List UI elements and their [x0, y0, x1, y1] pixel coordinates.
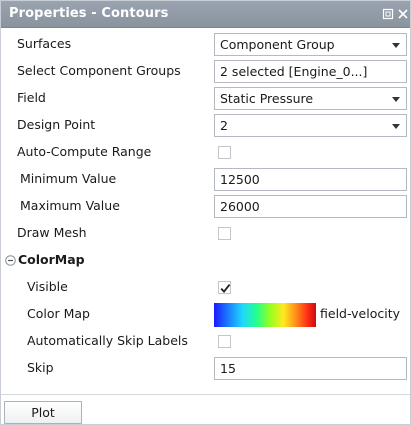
panel-title: Properties - Contours: [9, 6, 169, 21]
row-visible: Visible: [1, 274, 410, 301]
draw-mesh-label: Draw Mesh: [17, 225, 87, 240]
colormap-name: field-velocity: [320, 306, 400, 321]
row-skip: Skip 15: [1, 355, 410, 382]
select-component-groups-label: Select Component Groups: [17, 63, 181, 78]
minimum-value-input[interactable]: 12500: [214, 168, 407, 191]
auto-skip-labels-checkbox[interactable]: [218, 335, 231, 348]
colormap-gradient-swatch[interactable]: [214, 303, 316, 327]
row-surfaces: Surfaces Component Group: [1, 31, 410, 58]
row-maximum-value: Maximum Value 26000: [1, 193, 410, 220]
row-field: Field Static Pressure: [1, 85, 410, 112]
visible-label: Visible: [27, 279, 68, 294]
design-point-value: 2: [220, 118, 228, 133]
maximum-value-input[interactable]: 26000: [214, 195, 407, 218]
row-auto-compute-range: Auto-Compute Range: [1, 139, 410, 166]
properties-panel: Properties - Contours Surfaces Component…: [0, 0, 411, 425]
field-dropdown[interactable]: Static Pressure: [214, 87, 407, 110]
undock-icon[interactable]: [381, 7, 395, 21]
auto-compute-range-checkbox[interactable]: [218, 146, 231, 159]
title-bar: Properties - Contours: [1, 1, 410, 28]
select-component-groups-field[interactable]: 2 selected [Engine_0...]: [214, 60, 407, 83]
auto-skip-labels-label: Automatically Skip Labels: [27, 333, 188, 348]
surfaces-label: Surfaces: [17, 36, 72, 51]
skip-input[interactable]: 15: [214, 357, 407, 380]
plot-button[interactable]: Plot: [4, 401, 82, 424]
row-design-point: Design Point 2: [1, 112, 410, 139]
dropdown-arrow-icon: [392, 97, 400, 102]
surfaces-value: Component Group: [220, 37, 335, 52]
row-auto-skip-labels: Automatically Skip Labels: [1, 328, 410, 355]
dropdown-arrow-icon: [392, 43, 400, 48]
row-minimum-value: Minimum Value 12500: [1, 166, 410, 193]
design-point-label: Design Point: [17, 117, 96, 132]
design-point-dropdown[interactable]: 2: [214, 114, 407, 137]
close-icon[interactable]: [396, 7, 410, 21]
maximum-value-value: 26000: [220, 199, 260, 214]
maximum-value-label: Maximum Value: [20, 198, 120, 213]
row-draw-mesh: Draw Mesh: [1, 220, 410, 247]
field-value: Static Pressure: [220, 91, 314, 106]
select-component-groups-value: 2 selected [Engine_0...]: [220, 64, 368, 79]
minimum-value-label: Minimum Value: [20, 171, 117, 186]
draw-mesh-checkbox[interactable]: [218, 227, 231, 240]
minimum-value-value: 12500: [220, 172, 260, 187]
color-map-label: Color Map: [27, 306, 90, 321]
colormap-section-title: ColorMap: [18, 252, 85, 267]
colormap-section-header[interactable]: ColorMap: [1, 247, 410, 274]
surfaces-dropdown[interactable]: Component Group: [214, 33, 407, 56]
checkmark-icon: [220, 284, 231, 293]
row-color-map: Color Map field-velocity: [1, 301, 410, 328]
visible-checkbox[interactable]: [218, 281, 231, 294]
dropdown-arrow-icon: [392, 124, 400, 129]
field-label: Field: [17, 90, 46, 105]
skip-value: 15: [220, 361, 236, 376]
collapse-minus-icon[interactable]: [5, 254, 16, 266]
auto-compute-range-label: Auto-Compute Range: [17, 144, 152, 159]
skip-label: Skip: [27, 360, 54, 375]
row-select-component-groups: Select Component Groups 2 selected [Engi…: [1, 58, 410, 85]
footer-divider: [1, 394, 410, 395]
